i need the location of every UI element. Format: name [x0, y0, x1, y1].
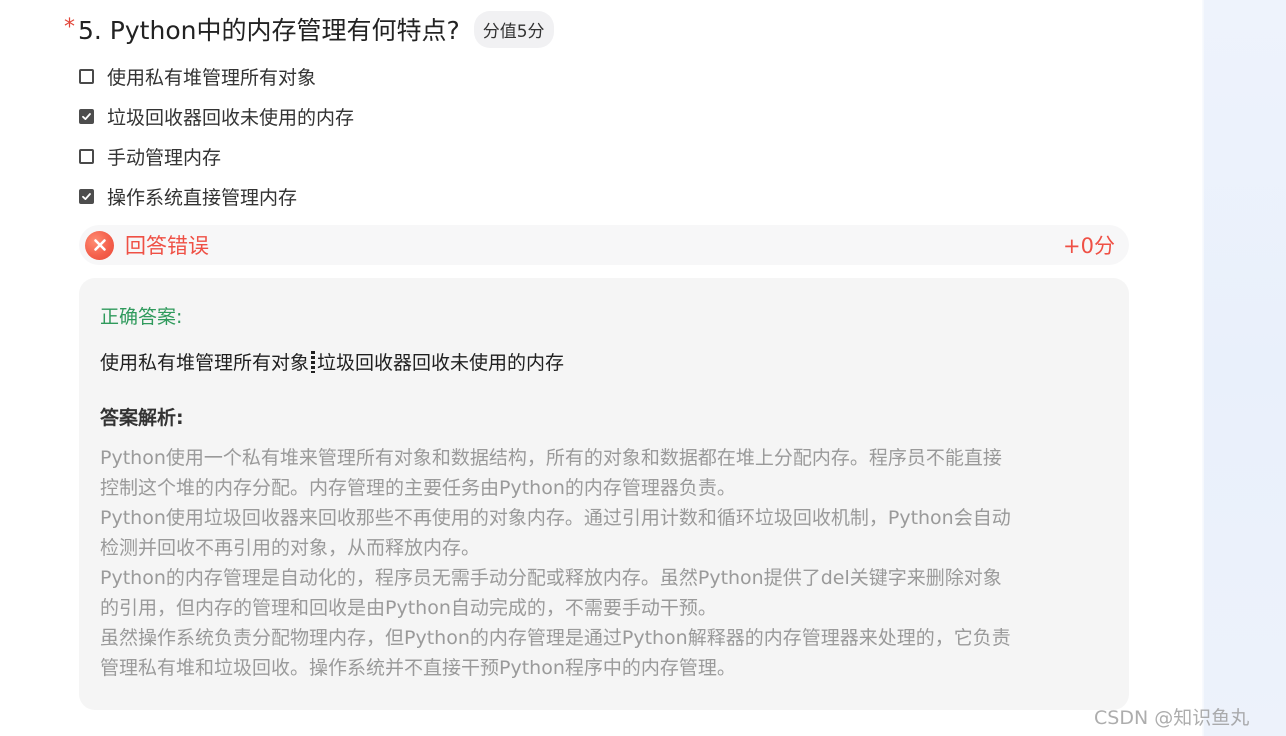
result-status: 回答错误 — [125, 234, 209, 258]
analysis-line: 检测并回收不再引用的对象，从而释放内存。 — [100, 537, 481, 559]
result-bar: 回答错误 +0分 — [79, 225, 1129, 265]
option-label: 手动管理内存 — [107, 146, 222, 169]
option-item[interactable]: 使用私有堆管理所有对象 — [79, 56, 354, 96]
option-item[interactable]: 垃圾回收器回收未使用的内存 — [79, 96, 354, 136]
checkbox-icon[interactable] — [79, 188, 94, 204]
option-label: 操作系统直接管理内存 — [107, 186, 298, 209]
checkbox-icon[interactable] — [79, 68, 94, 84]
required-mark: * — [64, 15, 75, 40]
analysis-line: 虽然操作系统负责分配物理内存，但Python的内存管理是通过Python解释器的… — [100, 627, 1011, 649]
correct-answer-item: 使用私有堆管理所有对象 — [100, 352, 310, 374]
options-list: 使用私有堆管理所有对象 垃圾回收器回收未使用的内存 手动管理内存 操作系统直接管… — [79, 56, 354, 216]
correct-answer-text: 使用私有堆管理所有对象 垃圾回收器回收未使用的内存 — [100, 348, 1109, 375]
correct-answer-item: 垃圾回收器回收未使用的内存 — [317, 352, 565, 374]
checkbox-icon[interactable] — [79, 148, 94, 164]
score-badge: 分值5分 — [473, 10, 554, 48]
question-card: * 5. Python中的内存管理有何特点? 分值5分 使用私有堆管理所有对象 … — [0, 0, 1202, 736]
analysis-line: 的引用，但内存的管理和回收是由Python自动完成的，不需要手动干预。 — [100, 597, 717, 619]
result-score: +0分 — [1063, 234, 1115, 258]
answer-panel: 正确答案: 使用私有堆管理所有对象 垃圾回收器回收未使用的内存 答案解析: Pyt… — [79, 278, 1129, 710]
analysis-line: Python的内存管理是自动化的，程序员无需手动分配或释放内存。虽然Python… — [100, 567, 1002, 589]
analysis-line: Python使用一个私有堆来管理所有对象和数据结构，所有的对象和数据都在堆上分配… — [100, 447, 1002, 469]
page-background-rail — [1204, 0, 1286, 736]
question-title: 5. Python中的内存管理有何特点? — [78, 16, 460, 45]
separator-icon — [311, 351, 316, 373]
analysis-line: Python使用垃圾回收器来回收那些不再使用的对象内存。通过引用计数和循环垃圾回… — [100, 507, 1011, 529]
question-header: * 5. Python中的内存管理有何特点? 分值5分 — [64, 10, 554, 48]
checkbox-icon[interactable] — [79, 108, 94, 124]
option-item[interactable]: 操作系统直接管理内存 — [79, 176, 354, 216]
analysis-text: Python使用一个私有堆来管理所有对象和数据结构，所有的对象和数据都在堆上分配… — [100, 443, 1112, 683]
wrong-circle-icon — [85, 230, 114, 260]
correct-answer-label: 正确答案: — [100, 306, 183, 328]
option-item[interactable]: 手动管理内存 — [79, 136, 354, 176]
watermark: CSDN @知识鱼丸 — [1094, 707, 1250, 729]
analysis-line: 管理私有堆和垃圾回收。操作系统并不直接干预Python程序中的内存管理。 — [100, 657, 736, 679]
analysis-label: 答案解析: — [100, 407, 184, 429]
analysis-line: 控制这个堆的内存分配。内存管理的主要任务由Python的内存管理器负责。 — [100, 477, 736, 499]
option-label: 使用私有堆管理所有对象 — [107, 66, 317, 89]
option-label: 垃圾回收器回收未使用的内存 — [107, 106, 355, 129]
